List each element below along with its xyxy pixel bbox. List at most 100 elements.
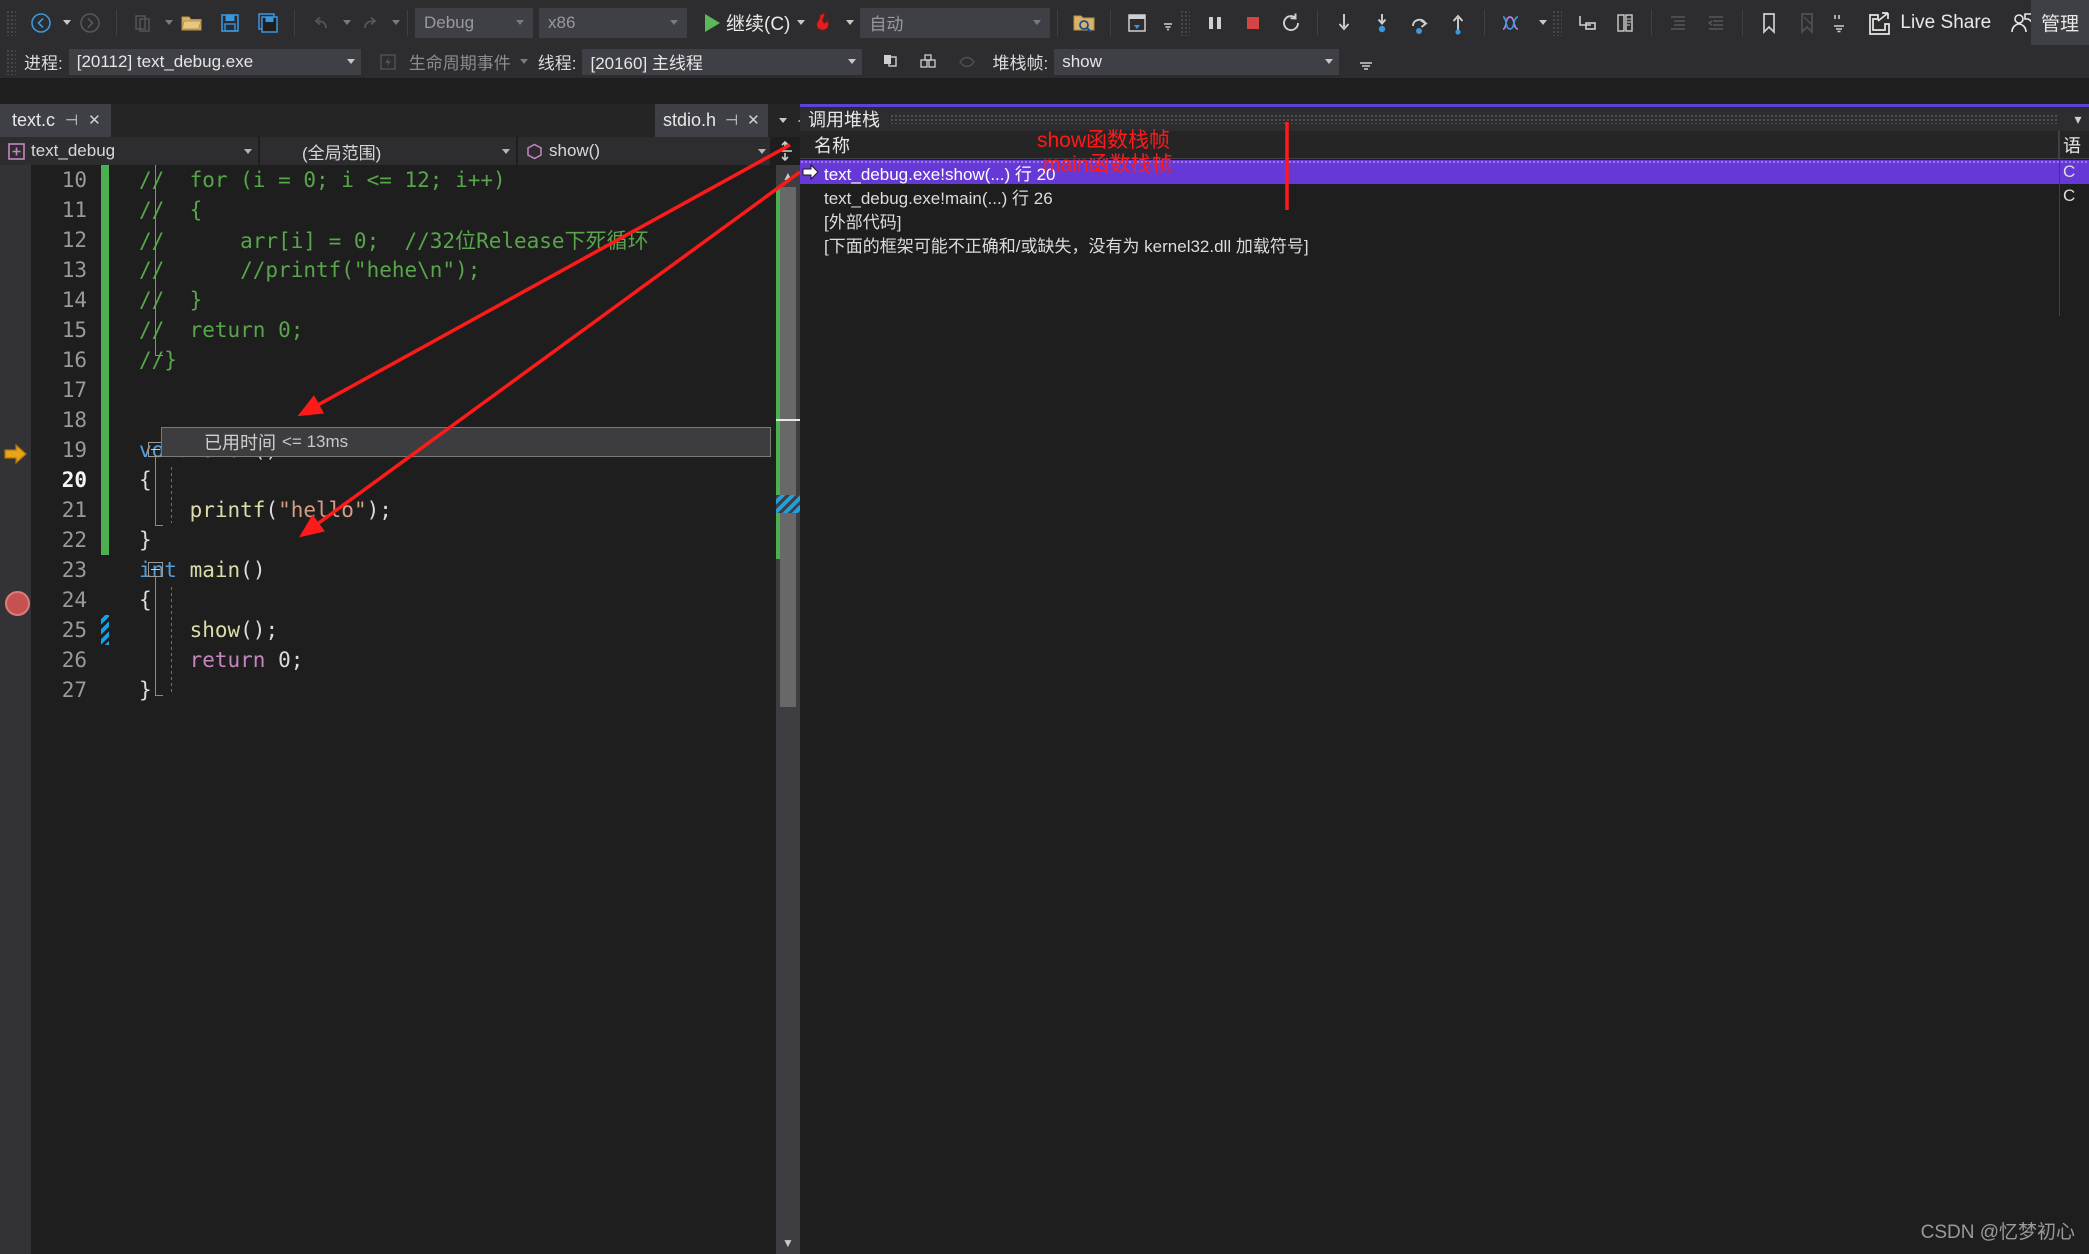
editor-text-area[interactable]: 10 // for (i = 0; i <= 12; i++) 11 // {12 //… [31,165,776,1254]
toolbar-separator-9 [1742,9,1744,36]
redo-button[interactable] [351,6,389,40]
navbar-project-combo[interactable]: text_debug [0,137,260,165]
continue-dropdown[interactable] [797,20,806,25]
save-all-button[interactable] [249,6,287,40]
bookmark-dropdown[interactable] [1826,6,1852,40]
tab-stdio-h[interactable]: stdio.h ⊣ ✕ [655,104,768,137]
code-line[interactable]: 24 { [31,585,776,615]
scrollbar-thumb[interactable] [780,187,796,707]
navbar-scope-combo[interactable]: (全局范围) [260,137,518,165]
window-layout-button[interactable] [1118,6,1156,40]
solution-configuration-combo[interactable]: Debug [415,7,533,38]
undo-dropdown[interactable] [343,20,351,25]
stop-debugging-button[interactable] [1234,6,1272,40]
code-line[interactable]: 17 [31,375,776,405]
find-in-files-button[interactable] [1065,6,1103,40]
live-share-button[interactable]: Live Share [1866,11,1991,35]
call-stack-menu-button[interactable]: ▾ [2067,111,2089,128]
navigate-back-button[interactable] [22,6,60,40]
code-editor[interactable]: 10 // for (i = 0; i <= 12; i++) 11 // {12 //… [0,165,800,1254]
threads-window-button[interactable] [1492,6,1530,40]
code-line[interactable]: 16 //} [31,345,776,375]
toolbar-grip[interactable] [6,9,16,36]
hot-reload-dropdown[interactable] [846,20,855,25]
step-out-button[interactable] [1401,6,1439,40]
restart-button[interactable] [1272,6,1310,40]
code-line[interactable]: 10 // for (i = 0; i <= 12; i++) [31,165,776,195]
column-header-language[interactable]: 语 [2059,131,2089,159]
continue-button[interactable]: 继续(C) [701,6,794,40]
editor-indicator-margin[interactable] [0,165,31,1254]
navigate-forward-button[interactable] [71,6,109,40]
close-icon[interactable]: ✕ [747,113,760,128]
process-combo[interactable]: [20112] text_debug.exe [68,48,361,75]
save-button[interactable] [211,6,249,40]
code-line[interactable]: 23 int main() [31,555,776,585]
compare-button[interactable] [1606,6,1644,40]
indent-button[interactable] [1659,6,1697,40]
new-item-dropdown[interactable] [165,20,173,25]
bookmark-prev-button[interactable] [1788,6,1826,40]
fold-toggle-main[interactable] [148,562,163,577]
outdent-button[interactable] [1697,6,1735,40]
lifecycle-dropdown[interactable] [519,59,528,64]
call-stack-header: 调用堆栈 ▾ [800,107,2089,131]
call-stack-row[interactable]: text_debug.exe!show(...) 行 20 C [800,160,2089,184]
code-line[interactable]: 26 return 0; [31,645,776,675]
pin-icon[interactable]: ⊣ [65,113,78,128]
flag-button[interactable] [872,45,910,79]
thread-label: 线程: [537,54,577,73]
step-over-button[interactable] [1363,6,1401,40]
code-line[interactable]: 14 // } [31,285,776,315]
stackframe-combo[interactable]: show [1054,48,1340,75]
call-stack-drag-handle[interactable] [890,114,2057,124]
call-stack-row[interactable]: [外部代码] [800,208,2089,232]
code-line[interactable]: 22} [31,525,776,555]
bookmark-button[interactable] [1750,6,1788,40]
editor-scrollbar[interactable]: ▲ ▼ [776,165,800,1254]
change-indicator [101,525,109,555]
tab-text-c[interactable]: text.c ⊣ ✕ [0,104,111,137]
code-line[interactable]: 11 // { [31,195,776,225]
new-item-button[interactable] [124,6,162,40]
code-line[interactable]: 13 // //printf("hehe\n"); [31,255,776,285]
scroll-down-icon[interactable]: ▼ [776,1232,800,1254]
split-window-button[interactable] [770,137,800,165]
code-line[interactable]: 27} [31,675,776,705]
scroll-up-icon[interactable]: ▲ [776,165,800,187]
open-file-button[interactable] [173,6,211,40]
stack-frame-button[interactable] [1568,6,1606,40]
redo-dropdown[interactable] [392,20,400,25]
threads-dropdown[interactable] [1530,6,1552,40]
pin-icon[interactable]: ⊣ [725,113,738,128]
window-layout-dropdown[interactable] [1156,6,1180,40]
show-next-statement-button[interactable] [1439,6,1477,40]
call-stack-row[interactable]: [下面的框架可能不正确和/或缺失，没有为 kernel32.dll 加载符号] [800,232,2089,256]
code-line[interactable]: 20 { [31,465,776,495]
hot-reload-button[interactable] [805,6,843,40]
chevron-down-icon[interactable] [779,118,787,123]
toolbar-grip-3[interactable] [1552,9,1563,36]
debugbar-grip[interactable] [6,48,16,75]
navbar-member-combo[interactable]: show() [518,137,772,165]
close-icon[interactable]: ✕ [88,113,101,128]
step-into-button[interactable] [1325,6,1363,40]
attach-target-combo[interactable]: 自动 [860,7,1051,38]
break-all-button[interactable] [1196,6,1234,40]
stackframe-extra-button[interactable] [1347,45,1385,79]
undo-button[interactable] [302,6,340,40]
code-line[interactable]: 12 // arr[i] = 0; //32位Release下死循环 [31,225,776,255]
search-thread-button[interactable] [948,45,986,79]
call-stack-row[interactable]: text_debug.exe!main(...) 行 26 C [800,184,2089,208]
solution-platform-combo[interactable]: x86 [539,7,687,38]
toolbar-grip-2[interactable] [1180,9,1191,36]
code-line[interactable]: 25 show(); [31,615,776,645]
breakpoint-icon[interactable] [5,591,30,616]
navigate-back-dropdown[interactable] [63,20,71,25]
code-line[interactable]: 15 // return 0; [31,315,776,345]
flag-group-button[interactable] [910,45,948,79]
column-header-name[interactable]: 名称 [800,130,2059,159]
thread-combo[interactable]: [20160] 主线程 [582,48,863,75]
lifecycle-events-button[interactable] [369,45,407,79]
code-line[interactable]: 21 printf("hello"); [31,495,776,525]
